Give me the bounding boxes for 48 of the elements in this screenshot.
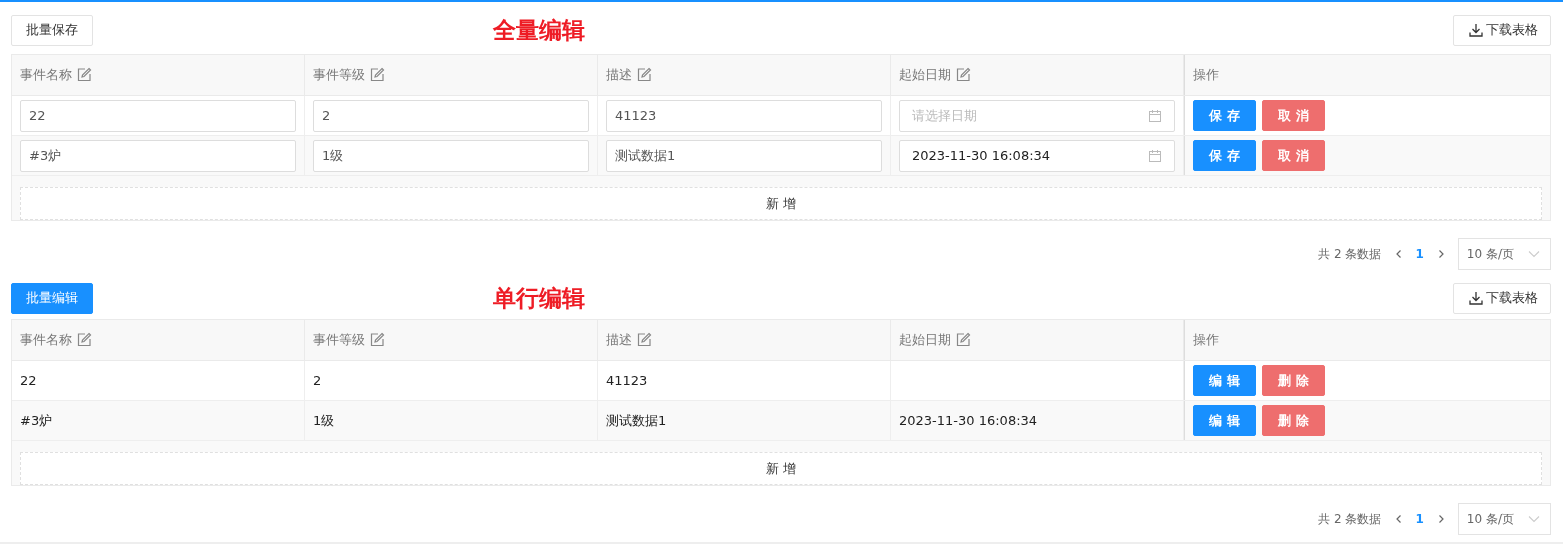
table-cell: #3炉 xyxy=(20,411,53,430)
date-field[interactable]: 2023-11-30 16:08:34 xyxy=(899,139,1175,172)
text-field[interactable]: 测试数据1 xyxy=(606,139,882,172)
action-button[interactable]: 编 辑 xyxy=(1193,405,1256,436)
download-button[interactable]: 下载表格 xyxy=(1453,282,1551,314)
download-icon xyxy=(1468,290,1484,306)
header-label: 事件名称 xyxy=(20,66,72,84)
table-cell: 1级 xyxy=(313,411,335,430)
total-count: 共 2 条数据 xyxy=(1318,510,1382,528)
header-label: 起始日期 xyxy=(899,66,951,84)
table-cell: 测试数据1 xyxy=(606,411,667,430)
download-button[interactable]: 下载表格 xyxy=(1453,14,1551,46)
header-label: 操作 xyxy=(1193,66,1219,84)
header-label: 描述 xyxy=(606,331,632,349)
batch-button[interactable]: 批量保存 xyxy=(11,14,93,46)
table-cell: 41123 xyxy=(606,373,648,388)
page-size-select[interactable]: 10 条/页 xyxy=(1457,503,1551,535)
table-cell: 22 xyxy=(20,373,37,388)
header-label: 起始日期 xyxy=(899,331,951,349)
text-field[interactable]: 2 xyxy=(313,99,589,132)
calendar-icon xyxy=(1148,108,1162,123)
add-button[interactable]: 新 增 xyxy=(20,452,1542,485)
table-cell: 2023-11-30 16:08:34 xyxy=(899,413,1038,428)
chevron-down-icon xyxy=(1528,515,1540,523)
page-size-select[interactable]: 10 条/页 xyxy=(1457,238,1551,270)
section-title: 全量编辑 xyxy=(493,15,585,45)
header-label: 事件等级 xyxy=(313,331,365,349)
section-title: 单行编辑 xyxy=(493,283,585,313)
table-cell: 2 xyxy=(313,373,322,388)
text-field[interactable]: 22 xyxy=(20,99,296,132)
header-label: 事件名称 xyxy=(20,331,72,349)
header-label: 操作 xyxy=(1193,331,1219,349)
action-button[interactable]: 保 存 xyxy=(1193,100,1256,131)
action-button[interactable]: 保 存 xyxy=(1193,140,1256,171)
add-button[interactable]: 新 增 xyxy=(20,187,1542,220)
header-label: 描述 xyxy=(606,66,632,84)
calendar-icon xyxy=(1148,148,1162,163)
chevron-down-icon xyxy=(1528,250,1540,258)
page-number[interactable]: 1 xyxy=(1415,512,1424,526)
header-label: 事件等级 xyxy=(313,66,365,84)
download-icon xyxy=(1468,22,1484,38)
text-field[interactable]: 41123 xyxy=(606,99,882,132)
page-number[interactable]: 1 xyxy=(1415,247,1424,261)
batch-button[interactable]: 批量编辑 xyxy=(11,282,93,314)
action-button[interactable]: 编 辑 xyxy=(1193,365,1256,396)
text-field[interactable]: #3炉 xyxy=(20,139,296,172)
text-field[interactable]: 1级 xyxy=(313,139,589,172)
total-count: 共 2 条数据 xyxy=(1318,245,1382,263)
